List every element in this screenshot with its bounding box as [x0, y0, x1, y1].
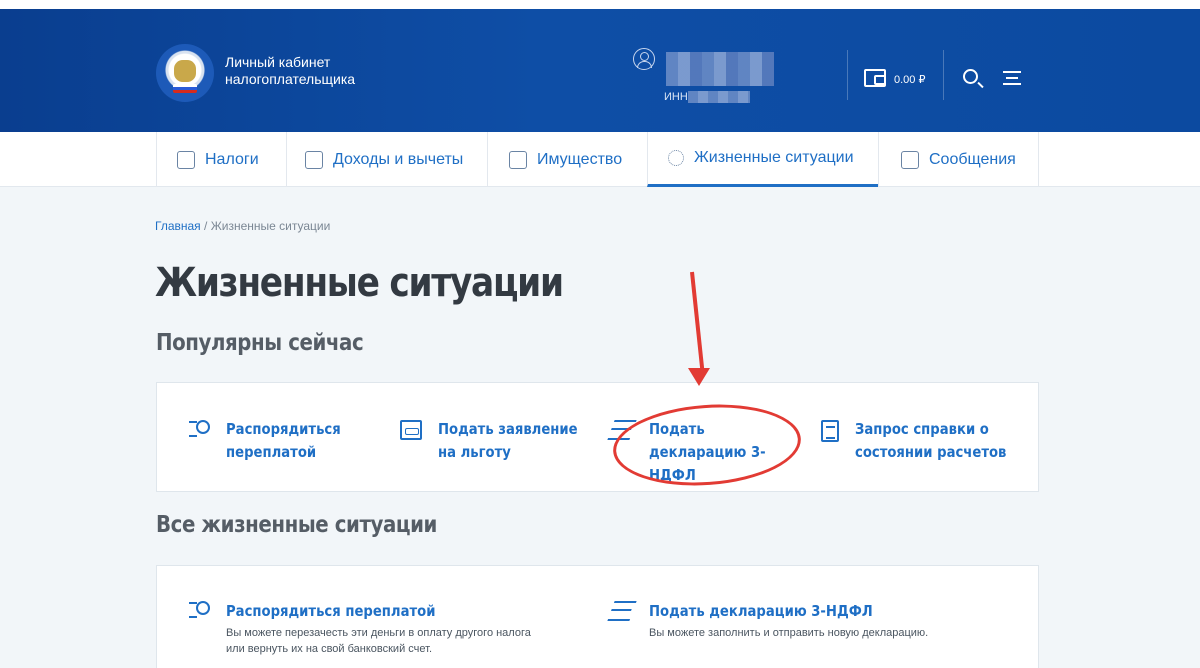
nav-tab-label: Сообщения [929, 150, 1016, 168]
breadcrumb-separator: / [200, 219, 211, 233]
brand-line-1: Личный кабинет [225, 54, 331, 70]
nav-tab-property[interactable]: Имущество [487, 132, 647, 187]
header-divider [943, 50, 944, 100]
inn-label: ИНН [664, 91, 688, 103]
popular-item-label: Запрос справки о состоянии расчетов [855, 420, 1007, 461]
site-header: Личный кабинет налогоплательщика ИНН 0.0… [0, 9, 1200, 132]
all-situations-card: Распорядиться переплатой Вы можете перез… [156, 565, 1039, 668]
top-strip [0, 0, 1200, 9]
breadcrumb-current: Жизненные ситуации [210, 219, 331, 233]
annotation-arrow [690, 271, 705, 372]
popular-heading: Популярны сейчас [156, 330, 364, 356]
breadcrumb-home-link[interactable]: Главная [155, 219, 201, 233]
nav-tab-life-situations[interactable]: Жизненные ситуации [647, 132, 878, 187]
ruble-coin-icon [189, 420, 210, 437]
money-stack-icon [607, 601, 637, 621]
header-divider [847, 50, 848, 100]
income-icon [305, 150, 323, 169]
brand-title[interactable]: Личный кабинет налогоплательщика [225, 54, 355, 88]
wallet-icon[interactable] [864, 69, 886, 87]
fns-logo-icon[interactable] [156, 44, 214, 102]
popular-item-overpayment[interactable]: Распорядиться переплатой [189, 418, 396, 464]
messages-icon [901, 150, 919, 169]
eagle-emblem-icon [174, 60, 196, 82]
popular-item-benefit-application[interactable]: Подать заявление на льготу [400, 418, 608, 464]
flag-ribbon-icon [173, 84, 197, 93]
list-document-icon [821, 420, 839, 442]
document-icon [400, 420, 422, 440]
inn-value-redacted [688, 91, 750, 103]
all-situations-heading: Все жизненные ситуации [156, 512, 437, 538]
situation-item-desc: Вы можете перезачесть эти деньги в оплат… [226, 627, 531, 655]
situation-item-body: Распорядиться переплатой Вы можете перез… [226, 601, 546, 657]
annotation-arrow-head [688, 368, 710, 386]
situation-item-overpayment[interactable]: Распорядиться переплатой Вы можете перез… [189, 601, 546, 657]
situation-item-declaration-3ndfl[interactable]: Подать декларацию 3-НДФЛ Вы можете запол… [607, 601, 969, 641]
search-icon[interactable] [963, 69, 978, 84]
property-icon [509, 150, 527, 169]
user-avatar-icon[interactable] [633, 48, 655, 70]
nav-tab-messages[interactable]: Сообщения [878, 132, 1039, 187]
popular-item-label: Распорядиться переплатой [226, 420, 341, 461]
situation-item-body: Подать декларацию 3-НДФЛ Вы можете запол… [649, 601, 969, 641]
menu-icon[interactable] [1003, 71, 1021, 85]
page-title: Жизненные ситуации [155, 260, 564, 306]
popular-item-label: Подать заявление на льготу [438, 420, 578, 461]
nav-tab-label: Жизненные ситуации [694, 149, 854, 166]
nav-tab-label: Доходы и вычеты [333, 150, 464, 168]
brand-line-2: налогоплательщика [225, 71, 356, 87]
breadcrumb: Главная / Жизненные ситуации [155, 219, 330, 233]
nav-tab-taxes[interactable]: Налоги [156, 132, 286, 187]
situation-item-title[interactable]: Распорядиться переплатой [226, 601, 508, 621]
main-nav: Налоги Доходы и вычеты Имущество Жизненн… [0, 132, 1200, 187]
popular-card: Распорядиться переплатой Подать заявлени… [156, 382, 1039, 492]
nav-tab-label: Налоги [205, 150, 259, 168]
life-situations-icon [668, 150, 684, 166]
nav-tab-income[interactable]: Доходы и вычеты [286, 132, 487, 187]
situation-item-desc: Вы можете заполнить и отправить новую де… [649, 627, 929, 639]
user-name-redacted[interactable] [666, 52, 774, 86]
ruble-coin-icon [189, 601, 210, 618]
situation-item-title[interactable]: Подать декларацию 3-НДФЛ [649, 601, 931, 621]
nav-tab-label: Имущество [537, 150, 623, 168]
tax-icon [177, 150, 195, 169]
balance-amount[interactable]: 0.00 ₽ [894, 73, 925, 86]
popular-item-settlement-certificate[interactable]: Запрос справки о состоянии расчетов [821, 418, 1030, 464]
